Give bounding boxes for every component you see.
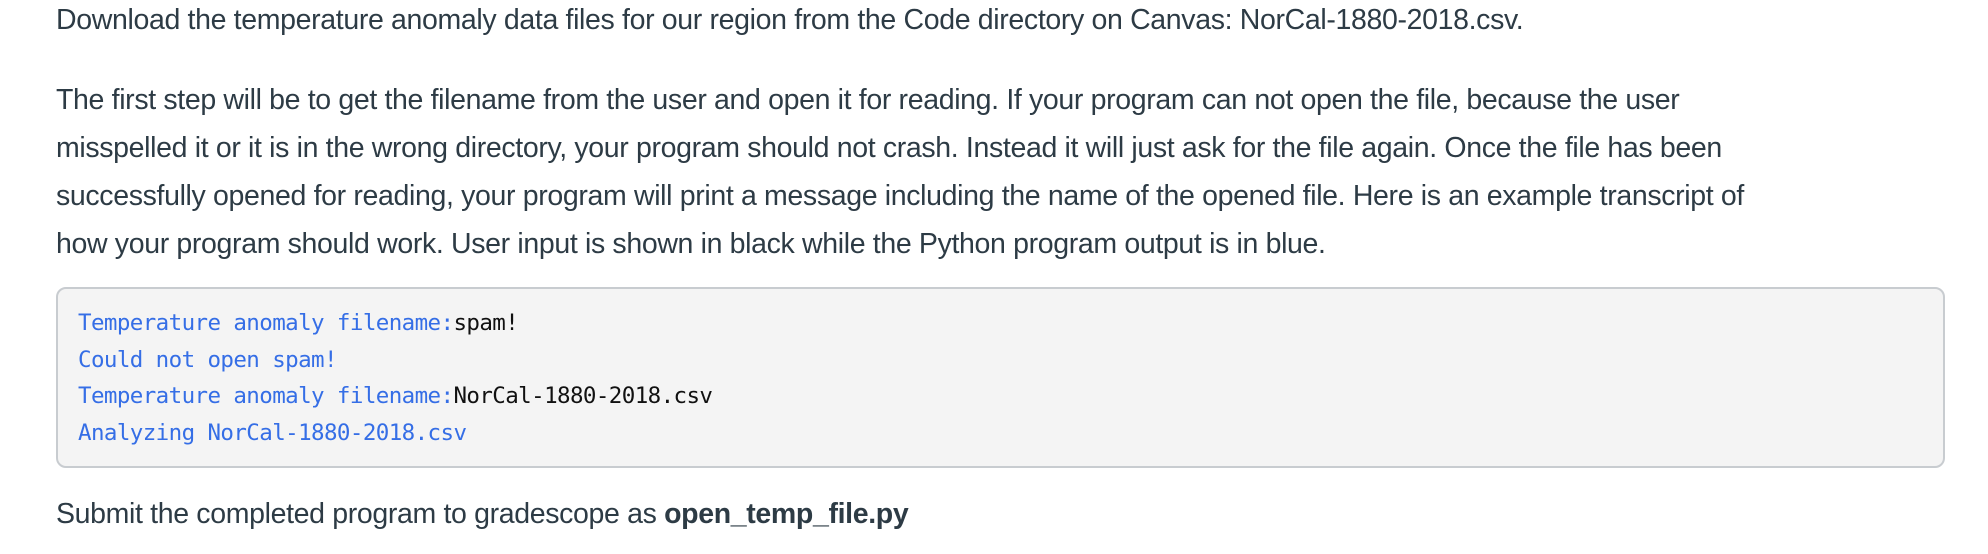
instructions-line: successfully opened for reading, your pr… <box>56 180 1744 212</box>
transcript-line: Temperature anomaly filename:spam! <box>78 305 712 342</box>
program-output: Could not open spam! <box>78 346 338 373</box>
intro-paragraph: Download the temperature anomaly data fi… <box>56 4 1524 36</box>
user-input: NorCal-1880-2018.csv <box>453 383 713 409</box>
submit-filename: open_temp_file.py <box>664 498 909 530</box>
instructions-line: misspelled it or it is in the wrong dire… <box>56 132 1722 164</box>
program-output: Analyzing NorCal-1880-2018.csv <box>78 419 467 446</box>
program-output: Temperature anomaly filename: <box>78 383 454 409</box>
submit-text: Submit the completed program to gradesco… <box>56 498 665 530</box>
instructions-line: how your program should work. User input… <box>56 228 1326 260</box>
transcript-code-block: Temperature anomaly filename:spam! Could… <box>56 287 1945 468</box>
transcript-line: Could not open spam! <box>78 342 712 379</box>
user-input: spam! <box>453 310 519 336</box>
transcript-line: Temperature anomaly filename:NorCal-1880… <box>78 378 713 415</box>
program-output: Temperature anomaly filename: <box>78 310 454 336</box>
transcript-line: Analyzing NorCal-1880-2018.csv <box>78 415 712 452</box>
instructions-paragraph: The first step will be to get the filena… <box>56 76 1744 268</box>
instructions-line: The first step will be to get the filena… <box>56 84 1680 116</box>
submit-paragraph: Submit the completed program to gradesco… <box>56 498 909 531</box>
